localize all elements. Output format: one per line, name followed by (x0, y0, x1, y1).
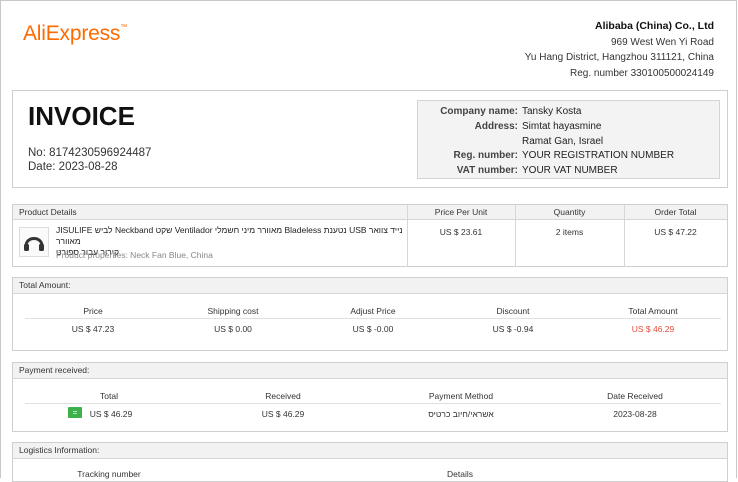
product-table: Product Details Price Per Unit Quantity … (12, 204, 728, 267)
invoice-header-box: INVOICE No: 8174230596924487 Date: 2023-… (12, 90, 728, 188)
buyer-address-line2: Ramat Gan, Israel (522, 136, 604, 147)
total-amount-section: Total Amount: Price Shipping cost Adjust… (12, 277, 728, 351)
adjust-price-label: Adjust Price (350, 306, 396, 316)
invoice-title: INVOICE (28, 101, 135, 131)
shipping-cost-value: US $ 0.00 (214, 324, 252, 334)
logistics-section: Logistics Information: Tracking number D… (12, 442, 728, 482)
shipping-cost-label: Shipping cost (207, 306, 259, 316)
product-properties: Product properties: Neck Fan Blue, China (56, 250, 213, 260)
total-price-label: Price (83, 306, 103, 316)
col-quantity: Quantity (515, 205, 624, 220)
product-thumbnail[interactable] (19, 227, 49, 257)
invoice-number: No: 8174230596924487 (28, 147, 152, 159)
payment-received-label: Received (265, 391, 301, 401)
payment-section: Payment received: Total Received Payment… (12, 362, 728, 432)
buyer-address-label: Address: (474, 121, 518, 132)
buyer-vat-label: VAT number: (456, 165, 518, 176)
invoice-date: Date: 2023-08-28 (28, 161, 118, 173)
buyer-company-label: Company name: (440, 106, 518, 117)
payment-received-value: US $ 46.29 (261, 409, 305, 419)
buyer-vat-value: YOUR VAT NUMBER (522, 165, 618, 176)
discount-value: US $ -0.94 (492, 324, 534, 334)
seller-address-line2: Yu Hang District, Hangzhou 311121, China (524, 52, 714, 63)
invoice-page: AliExpress™ Alibaba (China) Co., Ltd 969… (0, 0, 737, 482)
col-price-per-unit: Price Per Unit (407, 205, 515, 220)
seller-company-block: Alibaba (China) Co., Ltd 969 West Wen Yi… (525, 19, 714, 81)
col-order-total: Order Total (624, 205, 727, 220)
total-amount-title: Total Amount: (13, 278, 727, 294)
adjust-price-value: US $ -0.00 (352, 324, 394, 334)
date-received-value: 2023-08-28 (613, 409, 657, 419)
date-received-label: Date Received (607, 391, 663, 401)
aliexpress-logo: AliExpress™ (23, 22, 128, 45)
payment-total-value: US $ 46.29 (89, 409, 133, 419)
buyer-company-value: Tansky Kosta (522, 106, 582, 117)
seller-reg-number: Reg. number 330100500024149 (569, 67, 714, 79)
buyer-info-box: Company name: Tansky Kosta Address: Simt… (417, 100, 720, 179)
payment-method-value: אשראי/חיוב כרטיס (428, 409, 494, 419)
product-price: US $ 23.61 (439, 227, 483, 237)
seller-address-line1: 969 West Wen Yi Road (610, 36, 714, 48)
payment-total-label: Total (100, 391, 118, 401)
total-amount-value: US $ 46.29 (631, 324, 675, 334)
total-amount-label: Total Amount (628, 306, 678, 316)
buyer-address-line1: Simtat hayasmine (522, 121, 602, 132)
product-quantity: 2 items (555, 227, 584, 237)
logistics-title: Logistics Information: (13, 443, 727, 459)
col-product-details: Product Details (13, 205, 407, 220)
payment-method-label: Payment Method (428, 391, 494, 401)
payment-title: Payment received: (13, 363, 727, 379)
buyer-reg-value: YOUR REGISTRATION NUMBER (522, 150, 675, 161)
buyer-reg-label: Reg. number: (453, 150, 518, 161)
product-order-total: US $ 47.22 (654, 227, 697, 237)
product-name-line1: JISULIFE לביש Neckband שקט Ventilador מא… (56, 225, 403, 246)
headphones-icon (24, 237, 44, 251)
total-price-value: US $ 47.23 (71, 324, 115, 334)
seller-name: Alibaba (China) Co., Ltd (595, 20, 714, 32)
discount-label: Discount (496, 306, 530, 316)
